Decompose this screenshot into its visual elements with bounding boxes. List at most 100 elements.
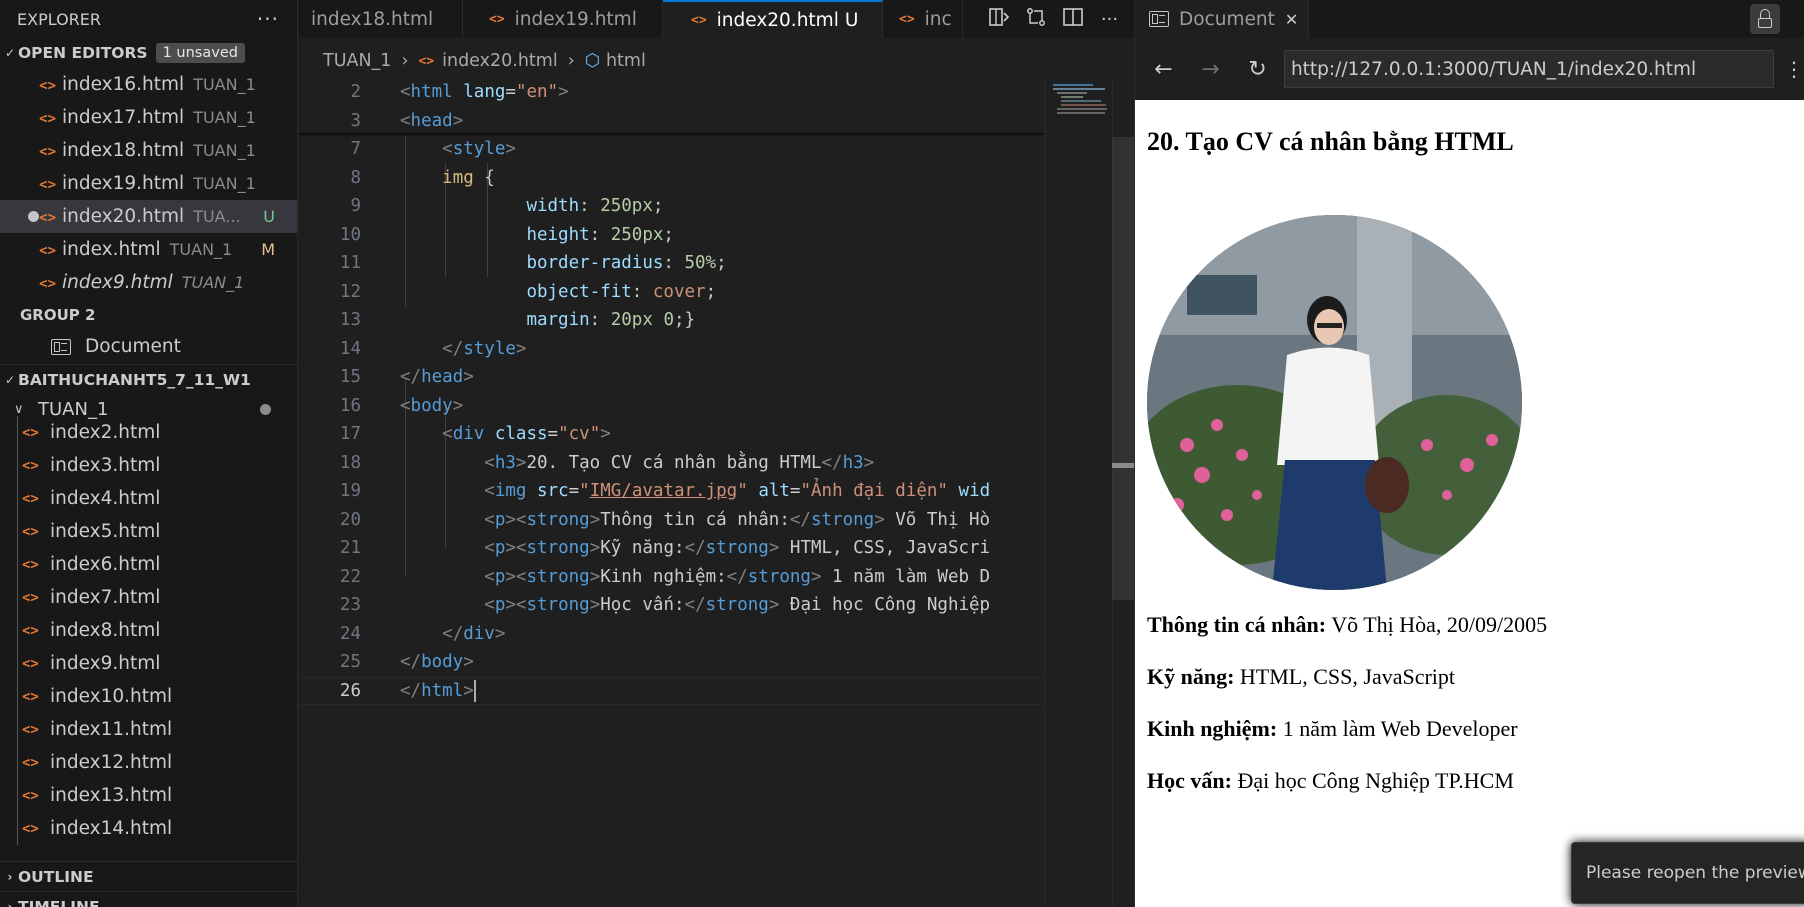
file-item[interactable]: <> index4.html	[0, 482, 297, 515]
open-editor-item[interactable]: <> index19.html TUAN_1	[0, 167, 297, 200]
file-tree: <> index2.html <> index3.html <> index4.htm…	[0, 416, 297, 845]
timeline-header[interactable]: › TIMELINE	[0, 891, 297, 907]
cv-row-value: Võ Thị Hòa, 20/09/2005	[1326, 612, 1548, 637]
html-file-icon: <>	[22, 820, 39, 837]
tab-index18[interactable]: index18.html	[299, 0, 463, 38]
open-editor-name: index18.html	[62, 140, 185, 161]
file-label: index9.html	[50, 653, 161, 674]
file-item[interactable]: <> index8.html	[0, 614, 297, 647]
open-editors-header[interactable]: ✓ OPEN EDITORS 1 unsaved	[0, 38, 297, 68]
notification-toast[interactable]: Please reopen the preview.	[1571, 842, 1804, 904]
file-item[interactable]: <> index10.html	[0, 680, 297, 713]
code-area[interactable]: 2 <html lang="en"> 3 <head> 7 <style> 8 im…	[299, 78, 1044, 705]
cv-row-label: Thông tin cá nhân:	[1147, 612, 1327, 637]
chevron-down-icon: ✓	[4, 46, 16, 60]
file-item[interactable]: <> index6.html	[0, 548, 297, 581]
line-number: 13	[339, 310, 361, 331]
editor-scrollbar[interactable]	[1112, 78, 1134, 907]
file-item[interactable]: <> index14.html	[0, 812, 297, 845]
scrollbar-thumb[interactable]	[1112, 137, 1134, 600]
breadcrumb-folder[interactable]: TUAN_1	[323, 51, 391, 71]
compare-changes-icon[interactable]	[1024, 7, 1048, 32]
open-editor-name: index19.html	[62, 173, 185, 194]
file-item[interactable]: <> index2.html	[0, 416, 297, 449]
file-label: index7.html	[50, 587, 161, 608]
close-icon[interactable]: ✕	[1285, 10, 1298, 29]
file-label: index13.html	[50, 785, 173, 806]
open-editor-item[interactable]: <> index.html TUAN_1 M	[0, 233, 297, 266]
html-file-icon: <>	[22, 688, 39, 705]
modified-status: M	[261, 240, 275, 259]
preview-document-icon	[1149, 11, 1169, 27]
html-file-icon: <>	[39, 111, 56, 127]
file-item[interactable]: <> index7.html	[0, 581, 297, 614]
chevron-right-icon: ›	[567, 51, 575, 71]
breadcrumb-file[interactable]: index20.html	[442, 51, 558, 71]
open-editor-desc: TUAN_1	[169, 240, 233, 259]
url-input[interactable]: http://127.0.0.1:3000/TUAN_1/index20.htm…	[1283, 50, 1775, 88]
html-file-icon: <>	[39, 210, 56, 226]
preview-tabbar: Document ✕	[1135, 0, 1804, 38]
tab-index20-active[interactable]: <> index20.html U	[663, 0, 883, 38]
lock-group-button[interactable]	[1750, 4, 1780, 34]
tab-index-truncated[interactable]: <> inc	[883, 0, 963, 38]
open-editor-item[interactable]: <> index18.html TUAN_1	[0, 134, 297, 167]
forward-arrow-icon[interactable]: →	[1194, 57, 1227, 82]
cv-row-education: Học vấn: Đại học Công Nghiệp TP.HCM	[1147, 768, 1804, 794]
html-file-icon: <>	[39, 144, 56, 160]
html-file-icon: <>	[22, 655, 39, 672]
open-editor-item[interactable]: <> index17.html TUAN_1	[0, 101, 297, 134]
chevron-right-icon: ›	[401, 51, 409, 71]
file-label: index2.html	[50, 422, 161, 443]
html-file-icon: <>	[22, 622, 39, 639]
tab-label: index20.html	[716, 9, 839, 31]
back-arrow-icon[interactable]: ←	[1147, 57, 1180, 82]
file-item[interactable]: <> index11.html	[0, 713, 297, 746]
split-editor-icon[interactable]	[1061, 7, 1085, 31]
workspace-header[interactable]: ✓ BAITHUCHANHT5_7_11_W1	[0, 364, 297, 394]
open-editor-item[interactable]: <> index16.html TUAN_1	[0, 68, 297, 101]
file-item[interactable]: <> index5.html	[0, 515, 297, 548]
explorer-sidebar: EXPLORER ··· ✓ OPEN EDITORS 1 unsaved <>…	[0, 0, 298, 907]
unsaved-dot-icon[interactable]	[28, 211, 39, 222]
file-item[interactable]: <> index12.html	[0, 746, 297, 779]
file-item[interactable]: <> index13.html	[0, 779, 297, 812]
open-preview-icon[interactable]	[987, 7, 1011, 31]
tab-index19[interactable]: <> index19.html	[463, 0, 663, 38]
line-number: 12	[339, 281, 361, 302]
tree-indent-guide	[17, 416, 18, 845]
open-editor-item-active[interactable]: <> index20.html TUA... U	[0, 200, 297, 233]
outline-header[interactable]: › OUTLINE	[0, 861, 297, 891]
open-editor-name: index9.html	[62, 272, 173, 293]
line-number: 9	[350, 196, 361, 217]
line-number: 25	[339, 652, 361, 673]
minimap[interactable]	[1044, 78, 1110, 907]
tab-document[interactable]: Document ✕	[1135, 0, 1310, 38]
more-icon[interactable]: ⋮	[1784, 57, 1804, 81]
cv-row-skills: Kỹ năng: HTML, CSS, JavaScript	[1147, 664, 1804, 690]
folder-modified-dot	[260, 403, 271, 415]
group-2-document-label: Document	[85, 336, 181, 357]
code-line: 7 <style>	[299, 135, 1044, 164]
file-item[interactable]: <> index3.html	[0, 449, 297, 482]
html-file-icon: <>	[39, 276, 56, 292]
code-line: 18 <h3>20. Tạo CV cá nhân bằng HTML</h3>	[299, 449, 1044, 478]
breadcrumb-symbol[interactable]: html	[606, 51, 646, 71]
timeline-label: TIMELINE	[18, 897, 100, 907]
group-2-document-item[interactable]: Document	[0, 330, 297, 363]
file-item[interactable]: <> index9.html	[0, 647, 297, 680]
html-file-icon: <>	[39, 177, 56, 193]
line-number: 24	[339, 623, 361, 644]
open-editor-name: index16.html	[62, 74, 185, 95]
html-file-icon: <>	[22, 424, 39, 441]
more-actions-icon[interactable]: ···	[257, 7, 279, 31]
line-number: 10	[339, 224, 361, 245]
open-editor-item-preview[interactable]: <> index9.html TUAN_1	[0, 266, 297, 299]
more-actions-icon[interactable]: ···	[1098, 9, 1122, 30]
file-label: index6.html	[50, 554, 161, 575]
reload-icon[interactable]: ↻	[1241, 57, 1274, 82]
file-label: index3.html	[50, 455, 161, 476]
html-file-icon: <>	[22, 721, 39, 738]
code-line-current: 26 </html>	[299, 676, 1044, 705]
cv-row-personal: Thông tin cá nhân: Võ Thị Hòa, 20/09/200…	[1147, 612, 1804, 638]
